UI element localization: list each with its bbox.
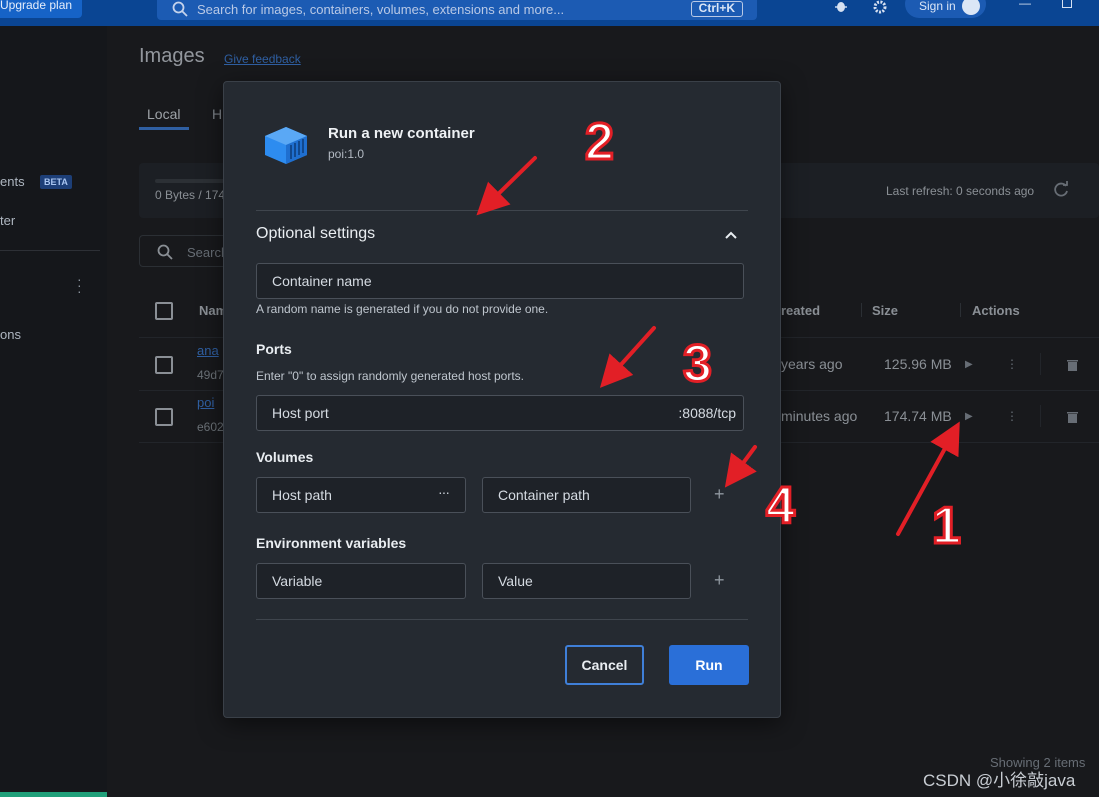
container-name-placeholder: Container name — [272, 273, 372, 289]
browse-more-icon[interactable]: ··· — [438, 484, 450, 500]
search-icon — [172, 1, 188, 17]
env-value-input[interactable]: Value — [482, 563, 691, 599]
annotation-number-2: 2 — [584, 112, 616, 173]
container-name-input[interactable]: Container name — [256, 263, 744, 299]
chevron-up-icon[interactable] — [724, 230, 738, 240]
optional-settings-header[interactable]: Optional settings — [256, 225, 375, 243]
divider — [256, 210, 748, 211]
add-volume-icon[interactable]: + — [714, 484, 725, 505]
top-bar: Upgrade plan Search for images, containe… — [0, 0, 1099, 26]
engine-status-bar — [0, 792, 107, 797]
dialog-subtitle: poi:1.0 — [328, 147, 365, 161]
bug-icon[interactable] — [834, 0, 848, 14]
sidebar-item-extensions-list[interactable]: ons — [0, 327, 21, 342]
container-name-help: A random name is generated if you do not… — [256, 302, 549, 316]
env-value-placeholder: Value — [498, 573, 533, 589]
volumes-label: Volumes — [256, 449, 314, 465]
ports-label: Ports — [256, 341, 292, 357]
container-path-input[interactable]: Container path — [482, 477, 691, 513]
sign-in-label: Sign in — [919, 0, 956, 13]
search-shortcut-badge: Ctrl+K — [690, 1, 743, 17]
run-container-dialog: Run a new container poi:1.0 Optional set… — [223, 81, 781, 718]
global-search-placeholder: Search for images, containers, volumes, … — [197, 2, 565, 17]
sign-in-button[interactable]: Sign in — [905, 0, 986, 18]
csdn-watermark: CSDN @小徐敲java — [923, 771, 1076, 790]
sidebar-divider — [0, 250, 100, 251]
sidebar-item-extensions[interactable]: ents — [0, 174, 25, 189]
container-path-placeholder: Container path — [498, 487, 590, 503]
maximize-icon[interactable] — [1062, 0, 1072, 8]
add-env-icon[interactable]: + — [714, 570, 725, 591]
dialog-title: Run a new container — [328, 125, 475, 142]
ports-help: Enter "0" to assign randomly generated h… — [256, 369, 525, 383]
container-port-suffix: :8088/tcp — [678, 405, 736, 421]
sidebar: ents BETA ter · · · ons — [0, 26, 107, 797]
container-icon — [265, 127, 307, 164]
divider — [256, 619, 748, 620]
env-variable-input[interactable]: Variable — [256, 563, 466, 599]
global-search-bar[interactable]: Search for images, containers, volumes, … — [157, 0, 757, 20]
host-port-placeholder: Host port — [272, 405, 329, 421]
sidebar-item-filter[interactable]: ter — [0, 213, 15, 228]
env-vars-label: Environment variables — [256, 535, 407, 551]
cancel-button[interactable]: Cancel — [565, 645, 644, 685]
env-variable-placeholder: Variable — [272, 573, 323, 589]
sidebar-more-icon[interactable]: · · · — [77, 272, 82, 298]
annotation-number-1: 1 — [931, 496, 963, 557]
upgrade-plan-button[interactable]: Upgrade plan — [0, 0, 83, 18]
host-port-input[interactable]: Host port :8088/tcp — [256, 395, 744, 431]
gear-icon[interactable] — [873, 0, 887, 14]
avatar-icon — [961, 0, 980, 15]
host-path-input[interactable]: Host path ··· — [256, 477, 466, 513]
host-path-placeholder: Host path — [272, 487, 332, 503]
annotation-number-3: 3 — [682, 334, 714, 395]
run-button[interactable]: Run — [669, 645, 749, 685]
minimize-icon[interactable]: — — [1019, 0, 1031, 10]
annotation-number-4: 4 — [765, 476, 797, 537]
beta-badge: BETA — [40, 175, 72, 189]
